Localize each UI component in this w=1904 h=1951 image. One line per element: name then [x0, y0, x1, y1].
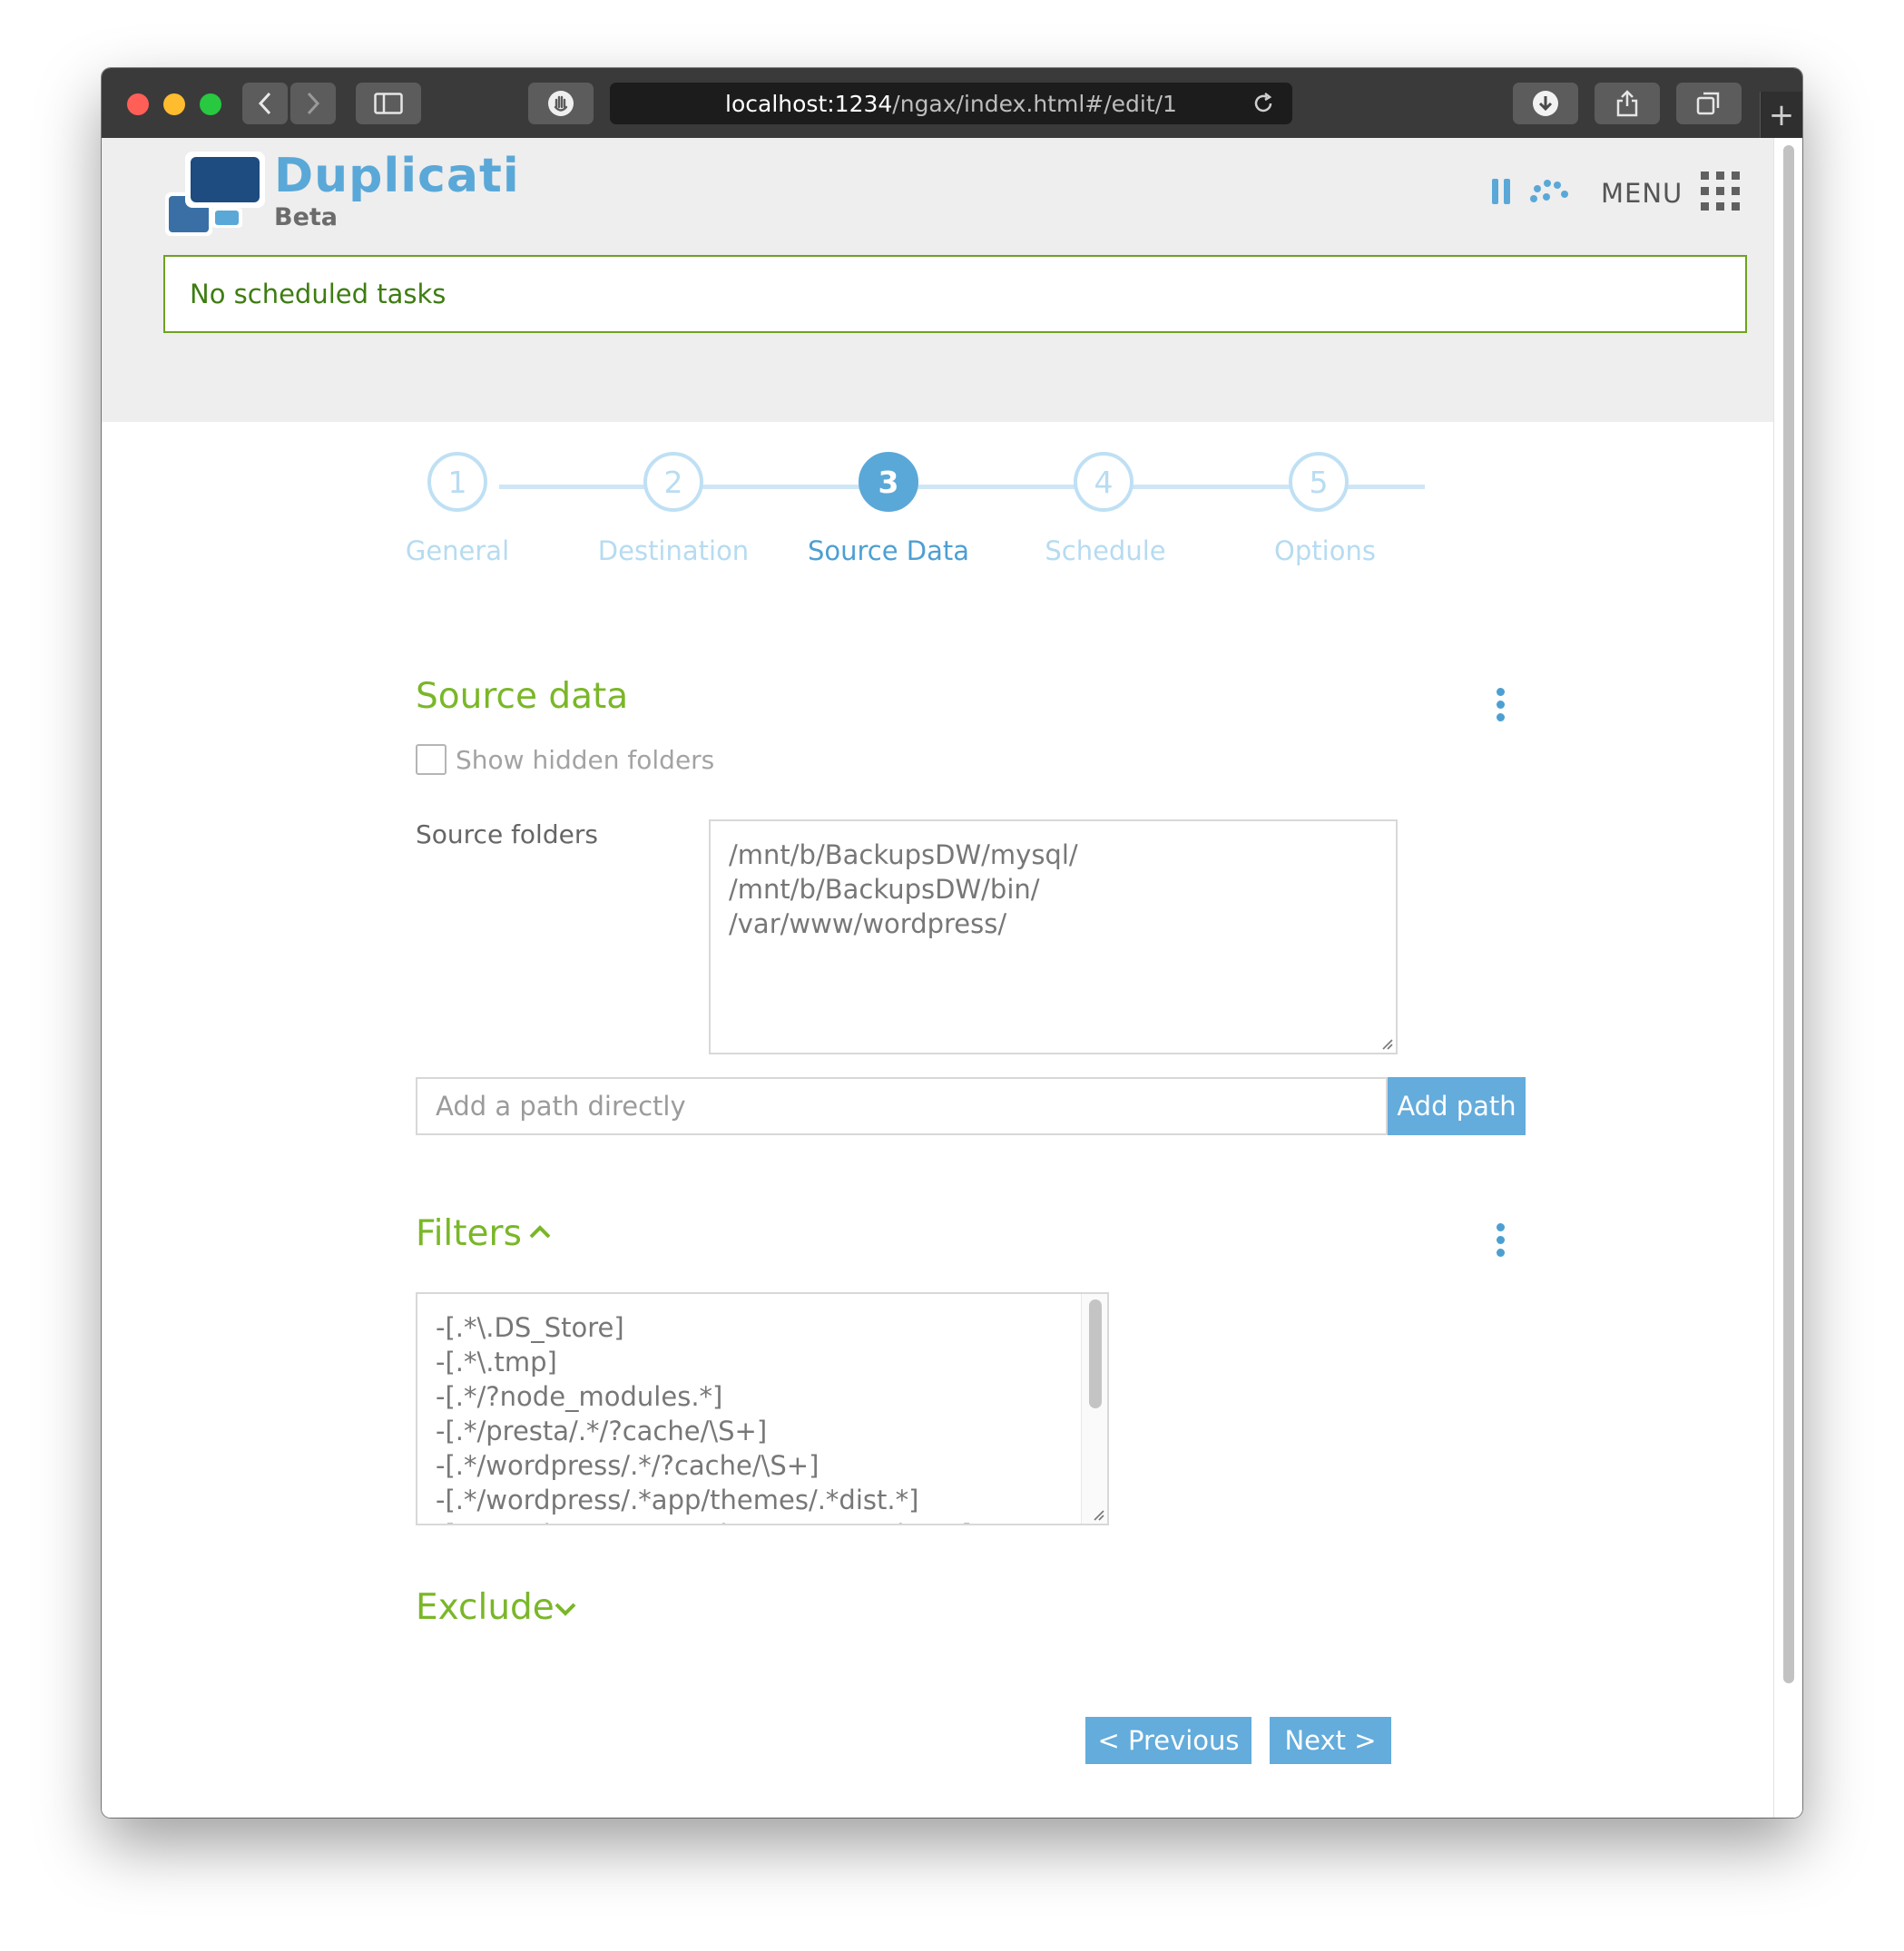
hand-shield-icon: [548, 91, 574, 116]
wizard-label-schedule[interactable]: Schedule: [996, 535, 1214, 566]
source-folders-label: Source folders: [416, 819, 598, 849]
reload-icon[interactable]: [1251, 91, 1276, 116]
filter-line: -[.*/?node_modules.*]: [436, 1381, 723, 1412]
brand-name: Duplicati: [274, 149, 520, 203]
duplicati-logo: [165, 152, 265, 236]
browser-titlebar: localhost:1234/ngax/index.html#/edit/1 +: [102, 68, 1802, 139]
share-icon: [1616, 90, 1638, 117]
next-button[interactable]: Next >: [1270, 1717, 1391, 1764]
page-content: Duplicati Beta MENU No scheduled tasks 1…: [102, 138, 1802, 1818]
source-folder-line: /mnt/b/BackupsDW/mysql/: [729, 839, 1078, 870]
wizard-label-options[interactable]: Options: [1216, 535, 1434, 566]
pause-icon[interactable]: [1490, 177, 1512, 206]
wizard-step-options[interactable]: 5: [1289, 452, 1349, 512]
wizard-step-source-data[interactable]: 3: [859, 452, 918, 512]
minimize-window-button[interactable]: [163, 93, 185, 115]
source-folders-textarea[interactable]: /mnt/b/BackupsDW/mysql/ /mnt/b/BackupsDW…: [709, 819, 1398, 1054]
add-path-input[interactable]: Add a path directly: [416, 1077, 1388, 1135]
exclude-heading[interactable]: Exclude: [416, 1587, 555, 1628]
app-header: Duplicati Beta MENU No scheduled tasks: [102, 138, 1774, 422]
wizard-step-schedule[interactable]: 4: [1074, 452, 1134, 512]
previous-button[interactable]: < Previous: [1085, 1717, 1251, 1764]
source-folder-line: /mnt/b/BackupsDW/bin/: [729, 874, 1040, 905]
tabs-icon: [1696, 92, 1720, 115]
resize-handle-icon[interactable]: [1379, 1036, 1394, 1051]
sidebar-toggle-button[interactable]: [356, 83, 421, 124]
browser-window: localhost:1234/ngax/index.html#/edit/1 +…: [102, 68, 1802, 1818]
tab-overview-button[interactable]: [1676, 83, 1742, 124]
chevron-down-icon[interactable]: [554, 1601, 577, 1617]
throttle-gauge-icon[interactable]: [1528, 177, 1570, 204]
resize-handle-icon[interactable]: [1091, 1507, 1105, 1522]
add-path-button[interactable]: Add path: [1388, 1077, 1526, 1135]
close-window-button[interactable]: [127, 93, 149, 115]
new-tab-button[interactable]: +: [1760, 92, 1802, 138]
page-scrollbar[interactable]: [1773, 138, 1802, 1818]
grid-menu-icon[interactable]: [1701, 172, 1741, 211]
download-icon: [1533, 91, 1558, 116]
filters-scrollbar[interactable]: [1081, 1294, 1107, 1524]
privacy-extension-button[interactable]: [528, 83, 594, 124]
chevron-right-icon: [307, 92, 320, 115]
page-scrollbar-thumb[interactable]: [1783, 145, 1794, 1683]
address-bar[interactable]: localhost:1234/ngax/index.html#/edit/1: [610, 83, 1292, 124]
wizard-step-general[interactable]: 1: [427, 452, 487, 512]
filter-line: -[.*\.tmp]: [436, 1347, 557, 1377]
source-data-heading: Source data: [416, 676, 629, 717]
filter-line: -[.*\.DS_Store]: [436, 1312, 624, 1343]
downloads-button[interactable]: [1513, 83, 1578, 124]
forward-button[interactable]: [290, 83, 336, 124]
filters-scrollbar-thumb[interactable]: [1089, 1299, 1102, 1408]
filter-line: -[.*/presta/.*/?cache/\S+]: [436, 1416, 768, 1446]
filter-line: -[.*/wordpress/.*app/themes/.*vendor/.*]: [436, 1517, 1089, 1524]
filters-options-kebab-icon[interactable]: [1497, 1223, 1506, 1261]
zoom-window-button[interactable]: [200, 93, 221, 115]
url-path: /ngax/index.html#/edit/1: [892, 90, 1177, 117]
chevron-left-icon: [258, 92, 271, 115]
filters-heading[interactable]: Filters: [416, 1213, 522, 1254]
source-options-kebab-icon[interactable]: [1497, 688, 1506, 726]
show-hidden-folders-checkbox[interactable]: [416, 744, 447, 775]
source-folder-line: /var/www/wordpress/: [729, 908, 1007, 939]
wizard-step-destination[interactable]: 2: [643, 452, 703, 512]
wizard-connector-done: [499, 485, 998, 489]
filter-line: -[.*/wordpress/.*app/themes/.*dist.*]: [436, 1485, 919, 1515]
scheduled-tasks-notice: No scheduled tasks: [163, 255, 1747, 333]
wizard-connector-remaining: [998, 485, 1425, 489]
brand-subtitle: Beta: [274, 203, 339, 231]
wizard-label-destination[interactable]: Destination: [564, 535, 782, 566]
sidebar-icon: [374, 93, 403, 114]
menu-label[interactable]: MENU: [1601, 178, 1683, 209]
wizard-label-general[interactable]: General: [348, 535, 566, 566]
chevron-up-icon[interactable]: [528, 1223, 552, 1240]
show-hidden-folders-label[interactable]: Show hidden folders: [456, 745, 714, 775]
back-button[interactable]: [242, 83, 288, 124]
url-host: localhost:1234: [725, 90, 893, 117]
filter-line: -[.*/wordpress/.*/?cache/\S+]: [436, 1450, 820, 1481]
share-button[interactable]: [1595, 83, 1660, 124]
filters-textarea[interactable]: -[.*\.DS_Store] -[.*\.tmp] -[.*/?node_mo…: [416, 1292, 1109, 1525]
wizard-label-source-data[interactable]: Source Data: [780, 535, 997, 566]
